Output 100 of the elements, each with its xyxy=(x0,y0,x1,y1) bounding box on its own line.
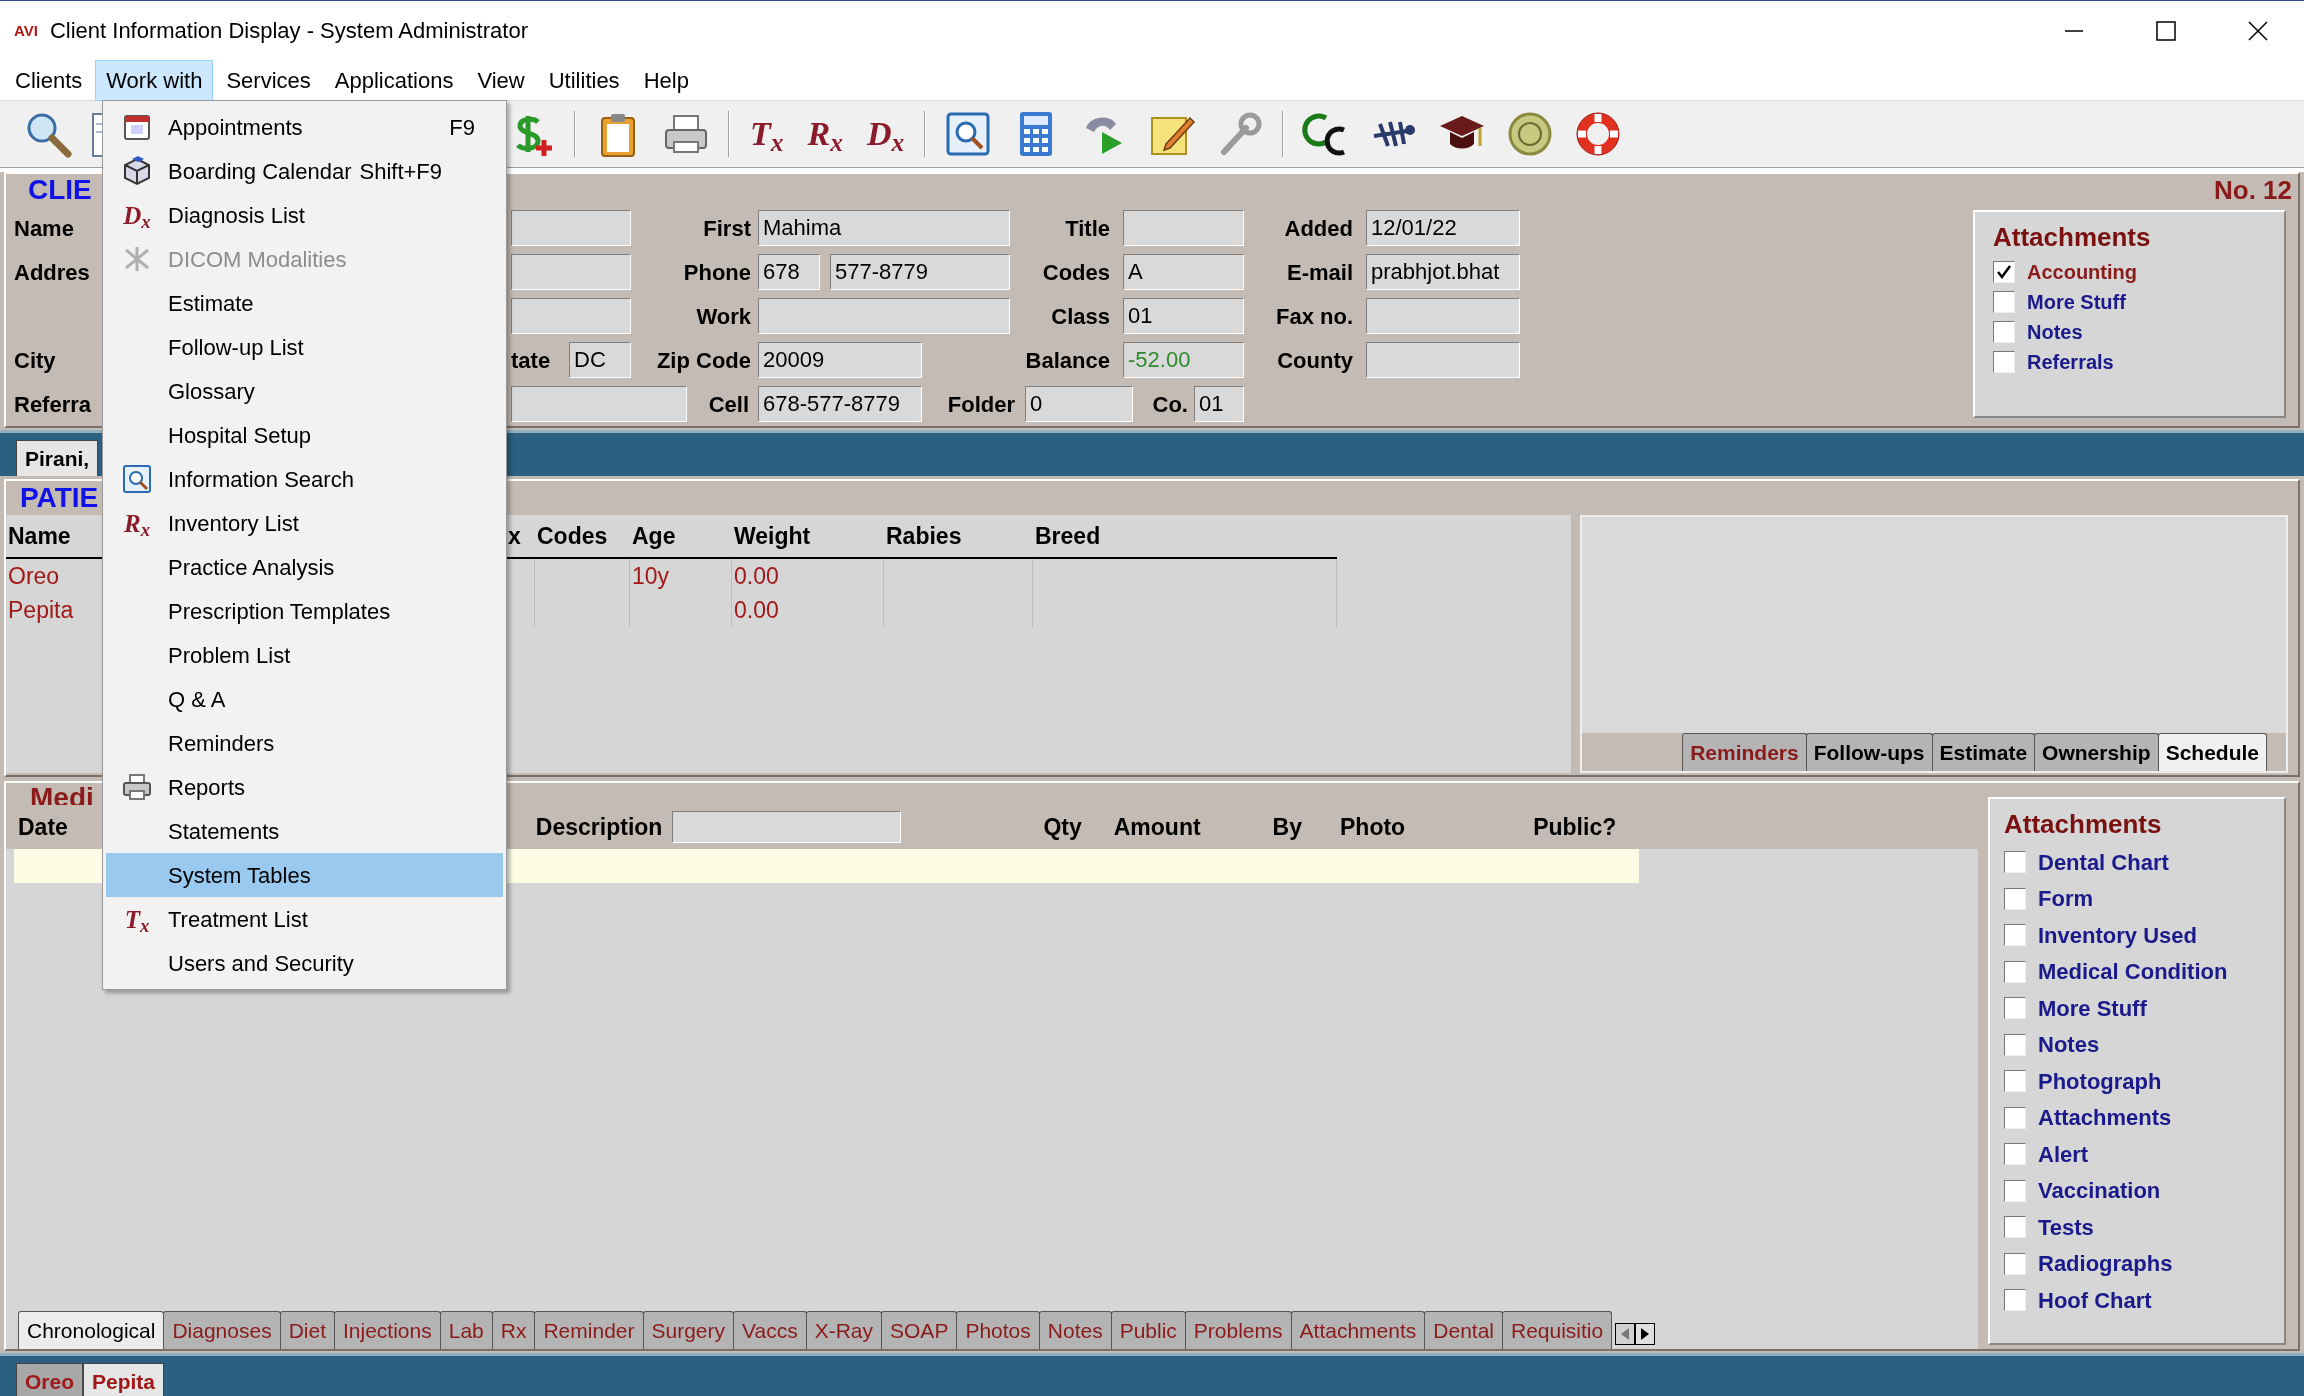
menu-item[interactable]: System Tables xyxy=(106,853,503,897)
input-field[interactable] xyxy=(1366,342,1520,378)
menu-item[interactable]: Utilities xyxy=(537,59,631,101)
input-field[interactable]: 678 xyxy=(758,254,820,290)
tab[interactable]: Requisitio xyxy=(1502,1310,1613,1349)
tab[interactable]: Notes xyxy=(1038,1310,1112,1349)
input-field[interactable]: Mahima xyxy=(758,210,1010,246)
checkbox[interactable] xyxy=(2004,1106,2026,1129)
tab[interactable]: Lab xyxy=(439,1310,493,1349)
symbol-button[interactable]: D$_{x}$ xyxy=(866,117,905,151)
tab[interactable]: Photos xyxy=(956,1310,1040,1349)
input-field[interactable] xyxy=(511,298,631,334)
checkbox[interactable] xyxy=(2004,1070,2026,1093)
menu-item[interactable]: Practice Analysis xyxy=(106,545,503,589)
checkbox[interactable] xyxy=(1993,321,2015,343)
checkbox[interactable] xyxy=(2004,997,2026,1020)
checkbox[interactable] xyxy=(2004,887,2026,910)
tab[interactable]: Reminders xyxy=(1682,732,1807,771)
tab[interactable]: Surgery xyxy=(642,1310,735,1349)
input-field[interactable]: DC xyxy=(569,342,631,378)
menu-item[interactable]: Users and Security xyxy=(106,941,503,985)
menu-item[interactable]: Statements xyxy=(106,809,503,853)
menu-item[interactable]: R$_{x}$ Inventory List xyxy=(106,501,503,545)
checkbox[interactable] xyxy=(2004,1289,2026,1312)
scroll-left-icon[interactable] xyxy=(1615,1323,1636,1345)
search-window-icon[interactable] xyxy=(944,110,993,158)
menu-item[interactable]: Estimate xyxy=(106,281,503,325)
menu-item[interactable]: Appointments F9 xyxy=(106,105,503,149)
tab[interactable]: Estimate xyxy=(1931,732,2036,771)
menu-item[interactable]: D$_{x}$ Diagnosis List xyxy=(106,193,503,237)
menu-item[interactable]: Applications xyxy=(323,59,465,101)
menu-item[interactable]: Q & A xyxy=(106,677,503,721)
checkbox[interactable] xyxy=(2004,960,2026,983)
tab[interactable]: Attachments xyxy=(1290,1310,1426,1349)
menu-item[interactable]: Clients xyxy=(4,59,94,101)
input-field[interactable]: 01 xyxy=(1194,386,1244,422)
menu-item[interactable]: Prescription Templates xyxy=(106,589,503,633)
tab[interactable]: Ownership xyxy=(2034,732,2159,771)
input-field[interactable]: A xyxy=(1123,254,1244,290)
checkbox[interactable] xyxy=(1993,261,2015,283)
input-field[interactable]: 678-577-8779 xyxy=(758,386,922,422)
tab[interactable]: Diet xyxy=(279,1310,335,1349)
tab[interactable]: Follow-ups xyxy=(1805,732,1933,771)
symbol-button[interactable]: R$_{x}$ xyxy=(807,117,843,151)
menu-item[interactable]: Hospital Setup xyxy=(106,413,503,457)
menu-item[interactable]: View xyxy=(466,59,536,101)
menu-item[interactable]: Follow-up List xyxy=(106,325,503,369)
input-field[interactable]: 577-8779 xyxy=(830,254,1010,290)
checkbox[interactable] xyxy=(2004,1252,2026,1275)
tab[interactable]: Injections xyxy=(334,1310,441,1349)
checkbox[interactable] xyxy=(2004,924,2026,947)
input-field[interactable]: 12/01/22 xyxy=(1366,210,1520,246)
lifebuoy-icon[interactable] xyxy=(1574,110,1623,158)
column-header: Description xyxy=(535,812,663,842)
menu-item[interactable]: Work with xyxy=(95,59,214,101)
tab[interactable]: X-Ray xyxy=(805,1310,883,1349)
input-field[interactable] xyxy=(511,254,631,290)
tab[interactable]: Public xyxy=(1110,1310,1186,1349)
menu-item[interactable]: Information Search xyxy=(106,457,503,501)
checkbox[interactable] xyxy=(2004,1179,2026,1202)
input-field[interactable] xyxy=(1123,210,1244,246)
input-field[interactable] xyxy=(758,298,1010,334)
tab[interactable]: Problems xyxy=(1184,1310,1292,1349)
menu-item[interactable]: Reports xyxy=(106,765,503,809)
tab[interactable]: Reminder xyxy=(534,1310,644,1349)
checkbox[interactable] xyxy=(2004,1143,2026,1166)
scroll-right-icon[interactable] xyxy=(1635,1323,1656,1345)
filter-field[interactable] xyxy=(672,811,902,843)
checkbox[interactable] xyxy=(2004,1033,2026,1056)
close-icon[interactable] xyxy=(2248,20,2268,41)
tab[interactable]: Schedule xyxy=(2157,732,2267,771)
checkbox[interactable] xyxy=(1993,291,2015,313)
menu-item[interactable]: Boarding Calendar Shift+F9 xyxy=(106,149,503,193)
menu-item[interactable]: Glossary xyxy=(106,369,503,413)
menu-item[interactable]: T$_{x}$ Treatment List xyxy=(106,897,503,941)
input-field[interactable]: 0 xyxy=(1025,386,1133,422)
menu-item[interactable]: Services xyxy=(215,59,322,101)
checkbox[interactable] xyxy=(2004,851,2026,874)
menu-item[interactable]: Help xyxy=(632,59,700,101)
input-field[interactable]: 20009 xyxy=(758,342,922,378)
input-field[interactable] xyxy=(511,386,687,422)
tab[interactable]: Dental xyxy=(1424,1310,1503,1349)
checkbox[interactable] xyxy=(2004,1216,2026,1239)
patient-tab[interactable]: Pepita xyxy=(83,1362,165,1396)
tab[interactable]: Diagnoses xyxy=(163,1310,281,1349)
input-field[interactable]: prabhjot.bhat xyxy=(1366,254,1520,290)
menu-item[interactable]: Problem List xyxy=(106,633,503,677)
tab[interactable]: Chronological xyxy=(18,1310,165,1349)
symbol-button[interactable]: T$_{x}$ xyxy=(750,117,784,151)
maximize-icon[interactable] xyxy=(2156,20,2176,41)
tab[interactable]: Vaccs xyxy=(733,1310,807,1349)
tab[interactable]: Rx xyxy=(491,1310,536,1349)
tab[interactable]: SOAP xyxy=(881,1310,958,1349)
client-tab[interactable]: Pirani, xyxy=(16,439,99,476)
input-field[interactable]: 01 xyxy=(1123,298,1244,334)
input-field[interactable] xyxy=(511,210,631,246)
checkbox[interactable] xyxy=(1993,351,2015,373)
menu-item[interactable]: Reminders xyxy=(106,721,503,765)
field-label: Added xyxy=(1283,214,1353,243)
input-field[interactable] xyxy=(1366,298,1520,334)
